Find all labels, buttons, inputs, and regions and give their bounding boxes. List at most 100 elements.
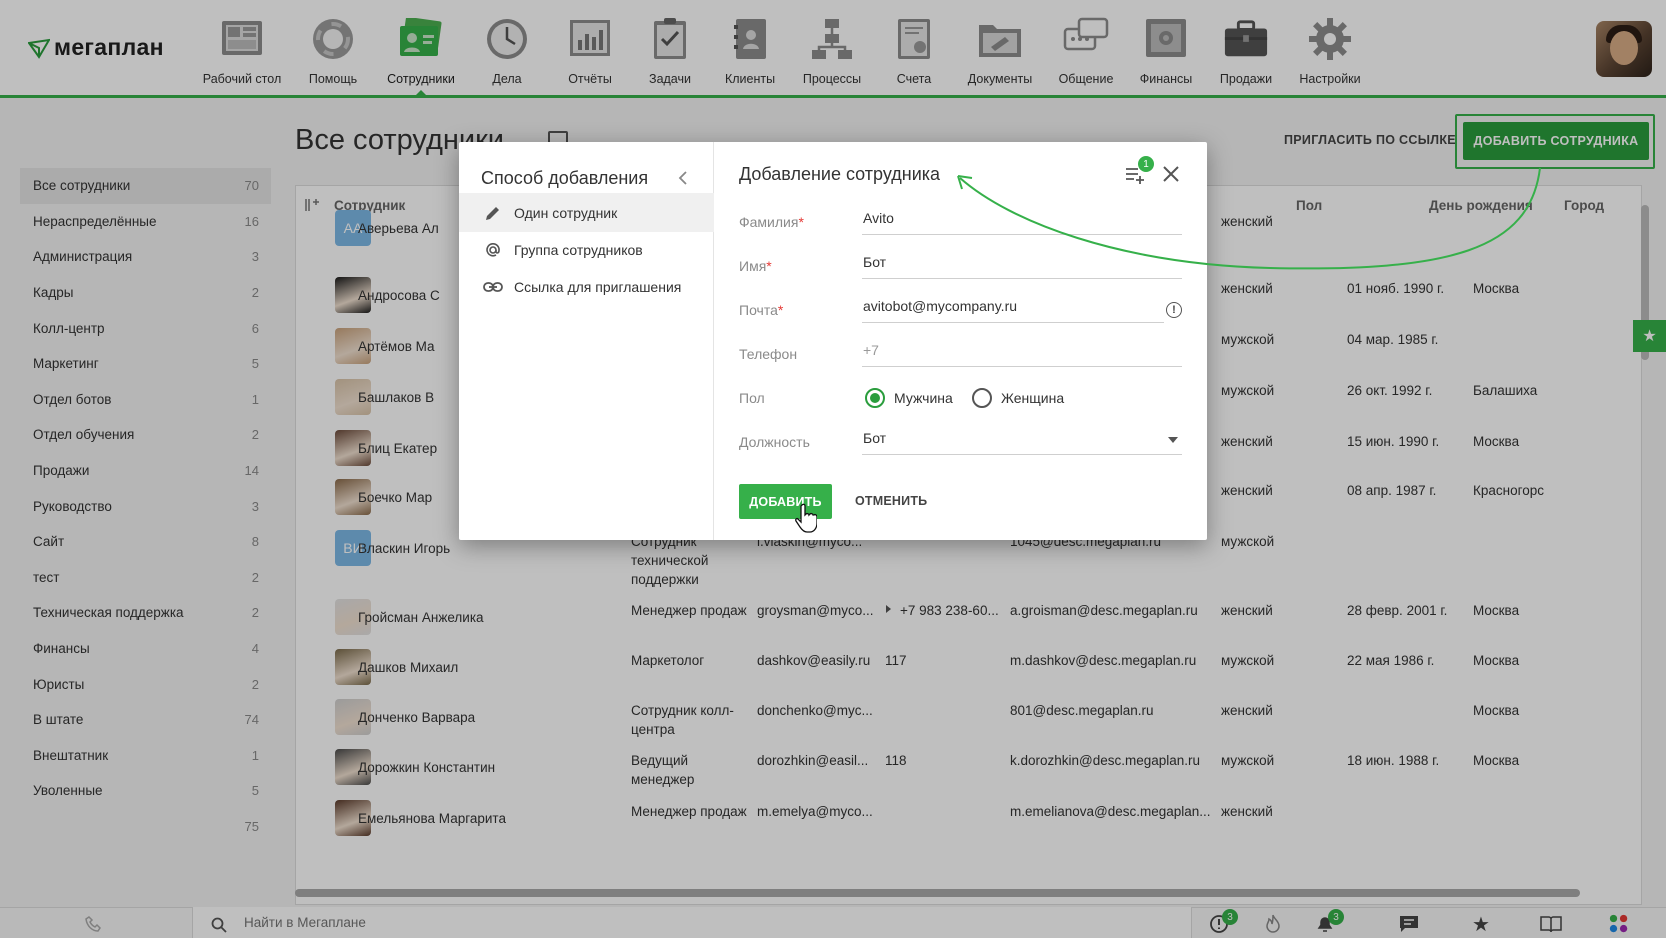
nav-item-clients[interactable]: Клиенты	[710, 0, 790, 95]
gear-icon	[1307, 16, 1353, 62]
email-field[interactable]: avitobot@mycompany.ru	[862, 296, 1164, 323]
sidebar-item-label: Колл-центр	[33, 320, 105, 336]
sidebar-item[interactable]: Сайт 8	[20, 524, 271, 560]
employee-phone: 117	[885, 653, 907, 668]
employee-gender: мужской	[1221, 534, 1275, 549]
phone-label: Телефон	[739, 346, 798, 362]
position-select[interactable]: Бот	[862, 428, 1182, 455]
close-icon[interactable]	[1160, 163, 1182, 185]
sidebar-item[interactable]: Техническая поддержка 2	[20, 595, 271, 631]
employee-corp-email: a.groisman@desc.megaplan.ru	[1010, 603, 1198, 618]
sidebar-item[interactable]: тест 2	[20, 560, 271, 596]
nav-item-gear[interactable]: Настройки	[1286, 0, 1374, 95]
invite-by-link-button[interactable]: ПРИГЛАСИТЬ ПО ССЫЛКЕ	[1284, 133, 1456, 147]
nav-label: Сотрудники	[387, 72, 455, 86]
main-nav: Рабочий стол Помощь Сотрудники Дела Отчёты За…	[196, 0, 1374, 96]
column-settings-icon[interactable]	[305, 186, 321, 225]
nav-label: Продажи	[1219, 72, 1273, 86]
nav-item-clock[interactable]: Дела	[464, 0, 550, 95]
sidebar-item[interactable]: В штате 74	[20, 702, 271, 738]
employee-gender: женский	[1221, 214, 1273, 229]
sidebar-item-count: 1	[251, 391, 259, 407]
sidebar-item[interactable]: Юристы 2	[20, 666, 271, 702]
sidebar-item[interactable]: Колл-центр 6	[20, 310, 271, 346]
nav-item-tasks[interactable]: Задачи	[630, 0, 710, 95]
chevron-down-icon	[1168, 437, 1178, 443]
employee-birthday: 15 июн. 1990 г.	[1347, 434, 1440, 449]
sidebar-item[interactable]: Все сотрудники 70	[20, 168, 271, 204]
method-at[interactable]: Группа сотрудников	[459, 230, 714, 269]
nav-item-lifebuoy[interactable]: Помощь	[288, 0, 378, 95]
messages-icon[interactable]	[1398, 914, 1420, 934]
chevron-left-icon[interactable]	[677, 170, 689, 190]
sidebar-item-count: 4	[251, 641, 259, 657]
employee-city: Москва	[1473, 434, 1520, 449]
sidebar-item[interactable]: Администрация 3	[20, 239, 271, 275]
employee-city: Красногорс	[1473, 483, 1544, 498]
nav-item-briefcase[interactable]: Продажи	[1206, 0, 1286, 95]
sidebar-item[interactable]: Уволенные 5	[20, 773, 271, 809]
nav-item-documents[interactable]: Документы	[954, 0, 1046, 95]
method-link[interactable]: Ссылка для приглашения	[459, 267, 714, 306]
sidebar-item[interactable]: Кадры 2	[20, 275, 271, 311]
nav-label: Отчёты	[568, 72, 612, 86]
megaplan-logo[interactable]: мегаплан	[28, 34, 164, 61]
firstname-field[interactable]: Бот	[862, 252, 1182, 279]
method-label: Один сотрудник	[514, 204, 618, 221]
sidebar-item[interactable]: Маркетинг 5	[20, 346, 271, 382]
phone-icon[interactable]	[83, 914, 105, 934]
sidebar-item-count: 74	[244, 712, 259, 728]
nav-item-processes[interactable]: Процессы	[790, 0, 874, 95]
sidebar-item[interactable]: Руководство 3	[20, 488, 271, 524]
sidebar-item-label: тест	[33, 569, 60, 585]
sidebar-item-label: Маркетинг	[33, 356, 99, 372]
employee-birthday: 18 июн. 1988 г.	[1347, 753, 1440, 768]
lastname-field[interactable]: Avito	[862, 208, 1182, 235]
fire-icon[interactable]	[1262, 914, 1284, 934]
nav-item-desktop[interactable]: Рабочий стол	[196, 0, 288, 95]
search-input[interactable]	[244, 909, 844, 936]
sidebar-item[interactable]: Отдел ботов 1	[20, 382, 271, 418]
employee-position: Менеджер продаж	[631, 804, 747, 819]
gender-male-radio[interactable]	[865, 388, 885, 408]
submit-add-button[interactable]: ДОБАВИТЬ	[739, 484, 832, 519]
user-avatar[interactable]	[1596, 21, 1652, 77]
column-header-city[interactable]: Город	[1564, 186, 1604, 225]
tasks-icon	[647, 16, 693, 62]
gender-label: Пол	[739, 390, 765, 406]
gender-female-radio[interactable]	[972, 388, 992, 408]
sidebar-item-label: Отдел ботов	[33, 391, 112, 407]
column-header-birthday[interactable]: День рождения	[1429, 186, 1533, 225]
add-employee-button[interactable]: ДОБАВИТЬ СОТРУДНИКА	[1463, 122, 1649, 160]
employees-icon	[398, 16, 444, 62]
search-icon	[211, 917, 227, 933]
nav-item-employees[interactable]: Сотрудники	[378, 0, 464, 96]
sidebar-item[interactable]: 75	[20, 809, 271, 845]
nav-item-chat[interactable]: Общение	[1046, 0, 1126, 95]
reports-icon	[567, 16, 613, 62]
nav-label: Настройки	[1299, 72, 1361, 86]
phone-field[interactable]: +7	[862, 340, 1182, 367]
nav-item-invoices[interactable]: Счета	[874, 0, 954, 95]
sidebar-item[interactable]: Финансы 4	[20, 631, 271, 667]
apps-icon[interactable]	[1608, 914, 1630, 934]
sidebar-item[interactable]: Отдел обучения 2	[20, 417, 271, 453]
nav-item-reports[interactable]: Отчёты	[550, 0, 630, 95]
sidebar-item-count: 75	[244, 818, 259, 834]
sidebar-item-count: 2	[251, 676, 259, 692]
book-icon[interactable]	[1540, 914, 1562, 934]
sidebar-item-count: 2	[251, 569, 259, 585]
expand-phone-icon[interactable]	[886, 605, 891, 613]
sidebar-item[interactable]: Нераспределённые 16	[20, 204, 271, 240]
star-icon[interactable]: ★	[1470, 914, 1492, 936]
sidebar-item[interactable]: Внештатник 1	[20, 738, 271, 774]
favorites-tab-icon[interactable]: ★	[1633, 320, 1666, 352]
cancel-button[interactable]: ОТМЕНИТЬ	[855, 484, 927, 519]
nav-label: Дела	[492, 72, 522, 86]
sidebar-item[interactable]: Продажи 14	[20, 453, 271, 489]
info-icon[interactable]: !	[1166, 302, 1182, 318]
horizontal-scrollbar[interactable]	[295, 889, 1580, 897]
nav-item-safe[interactable]: Финансы	[1126, 0, 1206, 95]
documents-icon	[977, 16, 1023, 62]
method-pencil[interactable]: Один сотрудник	[459, 193, 714, 232]
